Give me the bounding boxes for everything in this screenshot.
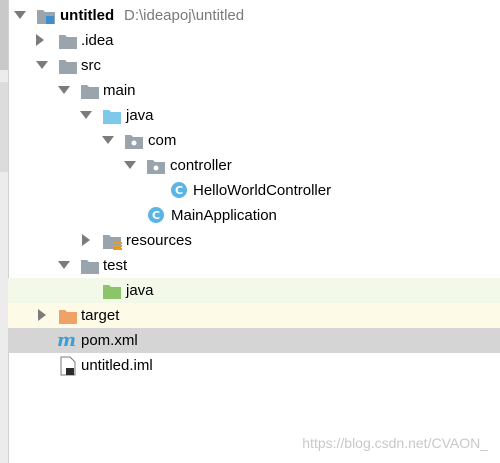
test-folder-icon (102, 282, 122, 304)
collapse-arrow-icon[interactable] (38, 309, 46, 321)
project-tool-tab[interactable] (0, 0, 8, 70)
tree-row-main[interactable]: main (8, 78, 500, 103)
expand-arrow-icon[interactable] (80, 111, 92, 119)
tree-item-label: com (148, 132, 177, 149)
tree-item-label: resources (126, 232, 192, 249)
tree-row-com[interactable]: com (8, 128, 500, 153)
tree-item-label: .idea (81, 32, 114, 49)
excluded-folder-icon (58, 307, 78, 329)
tree-row-pom[interactable]: m pom.xml (8, 328, 500, 353)
svg-text:C: C (175, 184, 183, 197)
expand-arrow-icon[interactable] (14, 11, 26, 19)
project-path: D:\ideapoj\untitled (124, 7, 245, 24)
tree-item-label: target (81, 307, 120, 324)
watermark: https://blog.csdn.net/CVAON_ (302, 435, 488, 451)
structure-tool-tab[interactable] (0, 82, 8, 172)
tree-item-label: pom.xml (81, 332, 138, 349)
package-icon (146, 157, 166, 179)
tree-item-label: controller (170, 157, 232, 174)
folder-icon (58, 57, 78, 79)
tree-row-test-java[interactable]: java (8, 278, 500, 303)
expand-arrow-icon[interactable] (58, 86, 70, 94)
package-icon (124, 132, 144, 154)
expand-arrow-icon[interactable] (36, 61, 48, 69)
tree-row-root[interactable]: untitled D:\ideapoj\untitled (8, 3, 500, 28)
tree-row-controller[interactable]: controller (8, 153, 500, 178)
tree-item-label: src (81, 57, 101, 74)
folder-icon (80, 257, 100, 279)
project-name: untitled (60, 7, 115, 24)
class-icon: C (147, 206, 165, 228)
tree-item-label: untitled.iml (81, 357, 153, 374)
svg-text:m: m (57, 330, 76, 350)
expand-arrow-icon[interactable] (58, 261, 70, 269)
tree-row-java[interactable]: java (8, 103, 500, 128)
iml-file-icon (60, 356, 76, 380)
expand-arrow-icon[interactable] (124, 161, 136, 169)
tree-item-label: java (126, 282, 154, 299)
tree-item-label: MainApplication (171, 207, 277, 224)
folder-icon (58, 32, 78, 54)
collapse-arrow-icon[interactable] (82, 234, 90, 246)
tree-row-hello-controller[interactable]: C HelloWorldController (8, 178, 500, 203)
source-folder-icon (102, 107, 122, 129)
svg-text:C: C (152, 209, 160, 222)
tree-row-target[interactable]: target (8, 303, 500, 328)
module-folder-icon (36, 7, 56, 29)
tree-item-label: HelloWorldController (193, 182, 332, 199)
project-tree[interactable]: untitled D:\ideapoj\untitled .idea src m… (8, 0, 500, 463)
class-icon: C (170, 181, 188, 203)
folder-icon (80, 82, 100, 104)
tree-item-label: main (103, 82, 136, 99)
tree-row-main-application[interactable]: C MainApplication (8, 203, 500, 228)
maven-icon: m (56, 330, 78, 354)
tree-row-test[interactable]: test (8, 253, 500, 278)
expand-arrow-icon[interactable] (102, 136, 114, 144)
tree-row-src[interactable]: src (8, 53, 500, 78)
tree-row-resources[interactable]: resources (8, 228, 500, 253)
tree-row-iml[interactable]: untitled.iml (8, 353, 500, 378)
collapse-arrow-icon[interactable] (36, 34, 44, 46)
tree-row-idea[interactable]: .idea (8, 28, 500, 53)
tree-item-label: java (126, 107, 154, 124)
tree-item-label: test (103, 257, 128, 274)
